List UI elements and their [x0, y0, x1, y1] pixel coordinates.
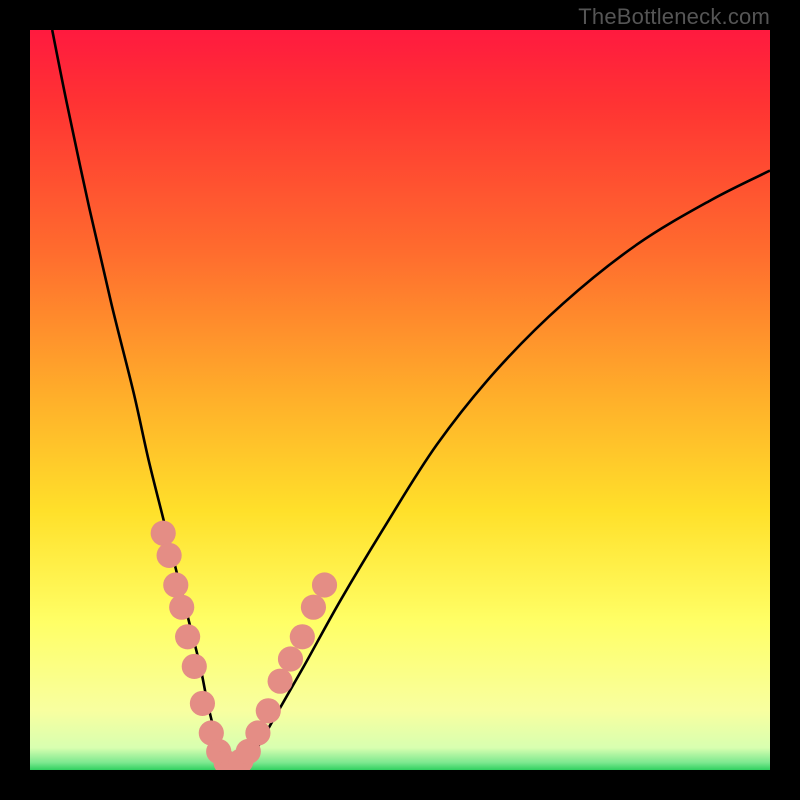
bead-marker [301, 595, 326, 620]
watermark-text: TheBottleneck.com [578, 4, 770, 30]
bead-marker [290, 624, 315, 649]
bead-marker [206, 739, 231, 764]
bead-marker [175, 624, 200, 649]
bead-marker [169, 595, 194, 620]
chart-frame: TheBottleneck.com [0, 0, 800, 800]
bead-marker [157, 543, 182, 568]
bead-marker [163, 572, 188, 597]
chart-plot-area [30, 30, 770, 770]
bead-markers [151, 521, 337, 770]
bead-marker [268, 669, 293, 694]
bead-marker [190, 691, 215, 716]
bottleneck-curve-line [52, 30, 770, 766]
bead-marker [182, 654, 207, 679]
bead-marker [236, 739, 261, 764]
bead-marker [312, 572, 337, 597]
bead-marker [228, 749, 253, 770]
chart-svg-layer [30, 30, 770, 770]
bead-marker [245, 720, 270, 745]
bead-marker [278, 646, 303, 671]
bead-marker [151, 521, 176, 546]
bead-marker [214, 750, 239, 770]
bead-marker [221, 753, 246, 770]
bead-marker [199, 720, 224, 745]
bead-marker [256, 698, 281, 723]
